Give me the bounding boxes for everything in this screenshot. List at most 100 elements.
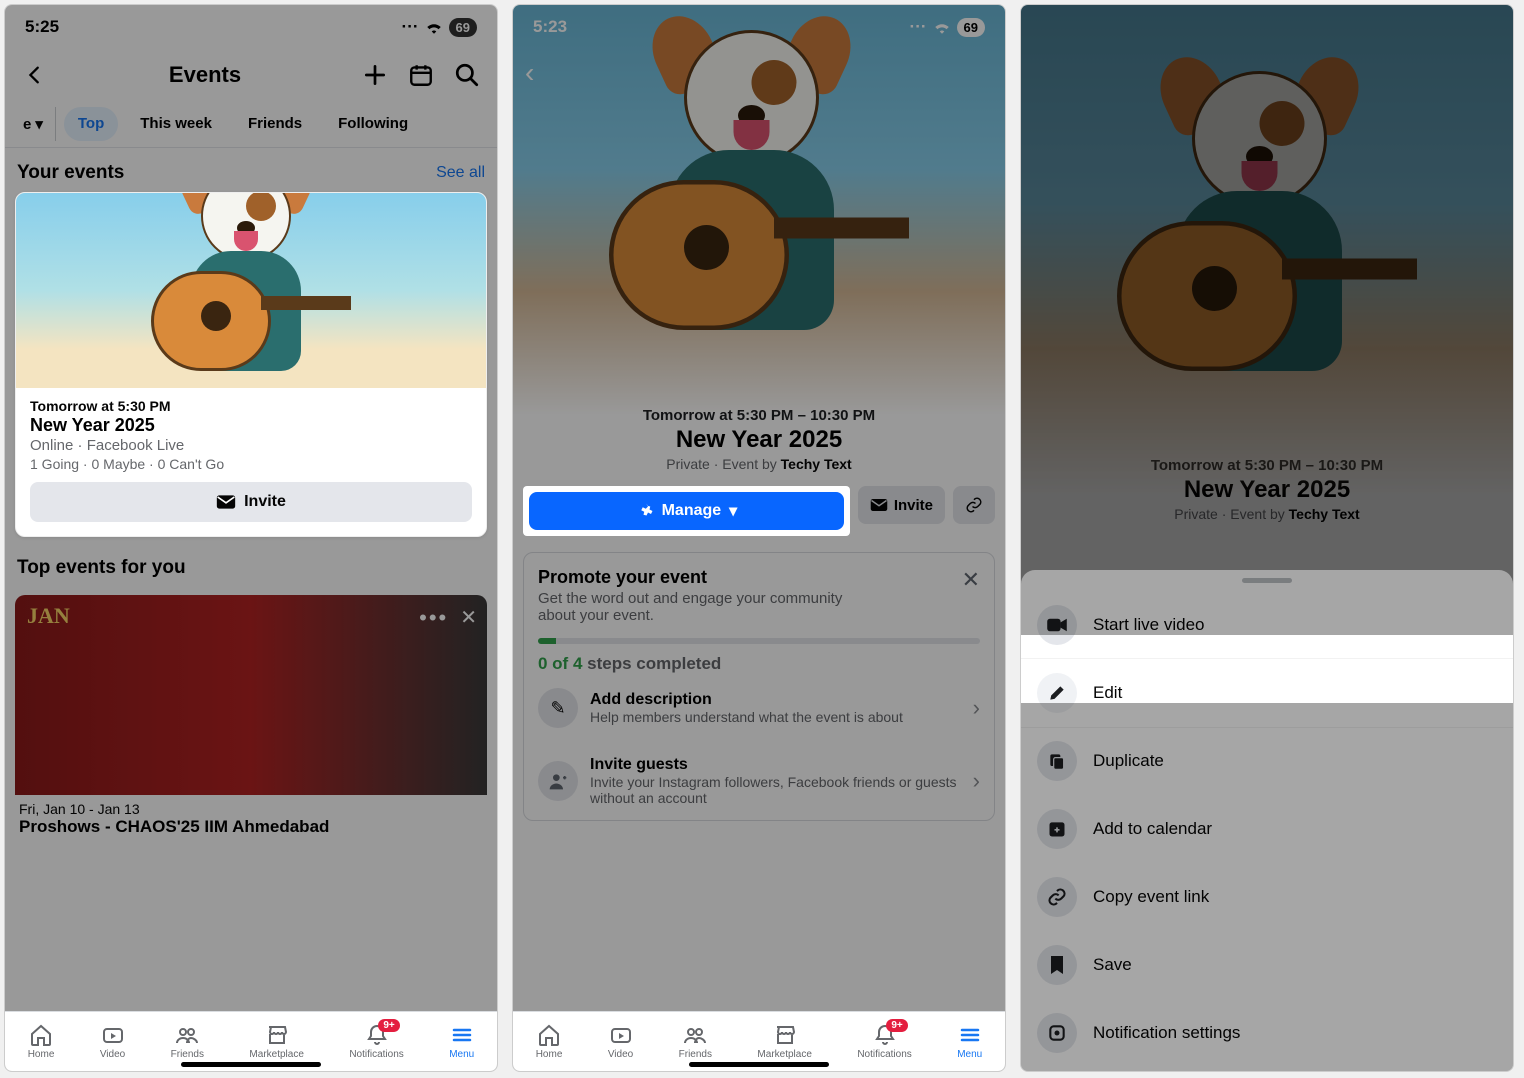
screen-event-detail: 5:23 ··· 69 ‹ Tomorrow at 5:30 PM – 10:3… [512,4,1006,1072]
add-icon[interactable] [357,57,393,93]
chip-top[interactable]: Top [64,107,118,141]
battery-indicator: 69 [449,18,477,37]
dog-guitar-illustration [579,30,939,390]
bookmark-icon [1037,945,1077,985]
sheet-label: Notification settings [1093,1023,1240,1043]
top-event-name: Proshows - CHAOS'25 IIM Ahmedabad [19,817,483,837]
steps-completed: 0 of 4 steps completed [538,654,980,674]
menu-icon [450,1023,474,1047]
chip-friends[interactable]: Friends [234,107,316,141]
event-where: Online · Facebook Live [30,437,472,454]
invite-label: Invite [894,497,933,514]
tab-menu[interactable]: Menu [957,1023,982,1060]
see-all-link[interactable]: See all [436,164,485,182]
dog-guitar-illustration [131,192,371,411]
event-cover-hero [1021,5,1513,497]
event-cover-image [16,193,486,388]
event-subtitle: Private · Event by Techy Text [1021,506,1513,522]
event-heading: Tomorrow at 5:30 PM – 10:30 PM New Year … [513,407,1005,486]
video-icon [101,1023,125,1047]
chevron-down-icon: ▾ [35,115,43,133]
close-icon[interactable]: ✕ [962,567,980,624]
screen-events-list: 5:25 ··· 69 Events e ▾ Top This week Fri… [4,4,498,1072]
manage-action-sheet: Start live video Edit Duplicate Add to c… [1021,570,1513,1071]
step-subtitle: Help members understand what the event i… [590,709,961,725]
progress-bar [538,638,980,644]
home-indicator [181,1062,321,1067]
chevron-right-icon: › [973,768,980,794]
mail-icon [870,498,888,512]
sheet-label: Save [1093,955,1132,975]
step-invite-guests[interactable]: Invite guests Invite your Instagram foll… [538,742,980,806]
chip-following[interactable]: Following [324,107,422,141]
filter-chips: e ▾ Top This week Friends Following [5,101,497,148]
promote-title: Promote your event [538,567,858,588]
invite-label: Invite [244,493,286,511]
sheet-label: Edit [1093,683,1122,703]
tab-friends[interactable]: Friends [679,1023,712,1060]
battery-indicator: 69 [957,18,985,37]
link-button[interactable] [953,486,995,524]
event-cover-hero: ‹ [513,5,1005,415]
invite-button[interactable]: Invite [858,486,945,524]
sheet-item-add-calendar[interactable]: Add to calendar [1021,795,1513,863]
person-add-icon [538,761,578,801]
sheet-item-start-live[interactable]: Start live video [1021,591,1513,659]
event-subtitle: Private · Event by Techy Text [513,456,1005,472]
chevron-down-icon: ▾ [729,501,737,521]
progress-fill [538,638,556,644]
events-header: Events [5,49,497,101]
sheet-label: Copy event link [1093,887,1209,907]
tab-home[interactable]: Home [28,1023,55,1060]
tab-notifications[interactable]: 9+Notifications [857,1023,911,1060]
sheet-item-copy-link[interactable]: Copy event link [1021,863,1513,931]
tab-marketplace[interactable]: Marketplace [757,1023,811,1060]
sheet-item-duplicate[interactable]: Duplicate [1021,727,1513,795]
tab-home[interactable]: Home [536,1023,563,1060]
tab-notifications[interactable]: 9+ Notifications [349,1023,403,1060]
top-events-header: Top events for you [5,537,497,587]
calendar-add-icon [1037,809,1077,849]
chip-for-you[interactable]: e ▾ [9,107,56,141]
link-icon [965,496,983,514]
action-buttons: Manage ▾ Invite [513,486,1005,536]
store-icon [265,1023,289,1047]
search-icon[interactable] [449,57,485,93]
calendar-icon[interactable] [403,57,439,93]
page-title: Events [63,62,347,88]
more-icon[interactable]: ••• [419,605,448,631]
tab-video[interactable]: Video [608,1023,633,1060]
back-icon[interactable] [17,57,53,93]
home-indicator [689,1062,829,1067]
wifi-icon [425,20,443,34]
event-title: New Year 2025 [30,415,472,436]
sheet-item-edit[interactable]: Edit [1021,659,1513,727]
invite-button[interactable]: Invite [30,482,472,522]
tab-friends[interactable]: Friends [171,1023,204,1060]
promote-subtitle: Get the word out and engage your communi… [538,590,858,624]
step-add-description[interactable]: ✎ Add description Help members understan… [538,674,980,742]
settings-icon [1037,1013,1077,1053]
chip-this-week[interactable]: This week [126,107,226,141]
tab-menu[interactable]: Menu [449,1023,474,1060]
top-event-body: Fri, Jan 10 - Jan 13 Proshows - CHAOS'25… [5,795,497,837]
mail-icon [216,494,236,510]
step-title: Invite guests [590,756,961,774]
manage-button[interactable]: Manage ▾ [529,492,844,530]
sheet-item-notification-settings[interactable]: Notification settings [1021,999,1513,1067]
tab-video[interactable]: Video [100,1023,125,1060]
link-icon [1037,877,1077,917]
promote-card: Promote your event Get the word out and … [523,552,995,821]
sheet-label: Duplicate [1093,751,1164,771]
top-event-date: Fri, Jan 10 - Jan 13 [19,801,483,817]
sheet-handle[interactable] [1242,578,1292,583]
close-icon[interactable]: ✕ [460,605,477,630]
your-events-header: Your events See all [5,148,497,192]
step-title: Add description [590,691,961,709]
top-event-image[interactable]: JAN ••• ✕ [15,595,487,795]
sheet-label: Add to calendar [1093,819,1212,839]
tools-icon [636,502,654,520]
tab-marketplace[interactable]: Marketplace [249,1023,303,1060]
sheet-item-save[interactable]: Save [1021,931,1513,999]
event-card[interactable]: Tomorrow at 5:30 PM New Year 2025 Online… [15,192,487,537]
